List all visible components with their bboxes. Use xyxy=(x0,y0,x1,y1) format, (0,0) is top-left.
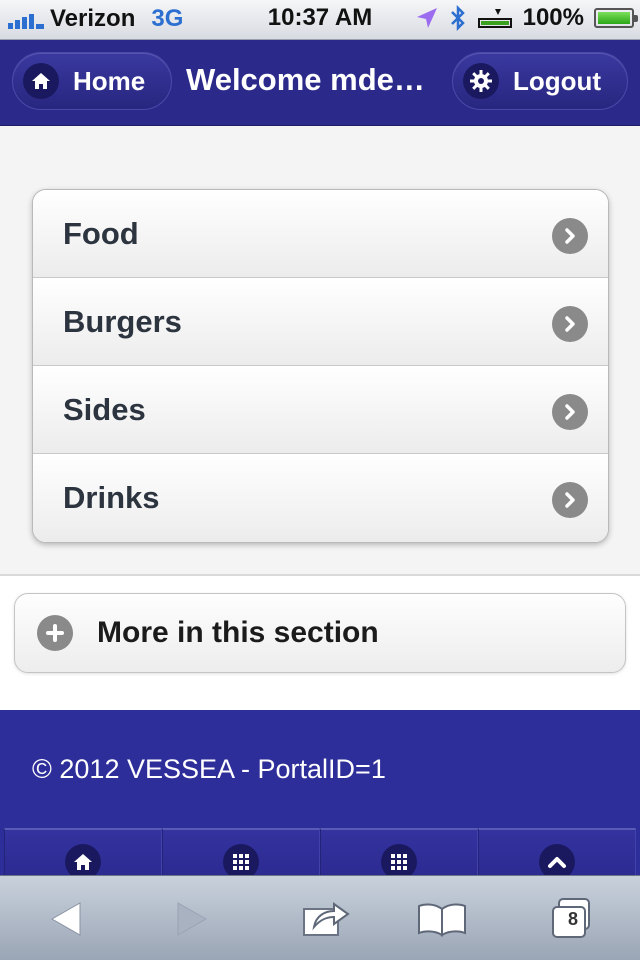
chevron-right-icon xyxy=(552,482,588,518)
gear-icon xyxy=(463,63,499,99)
forward-button[interactable] xyxy=(160,894,224,944)
carrier-name: Verizon xyxy=(50,5,136,32)
battery-percent: 100% xyxy=(522,4,584,31)
footer-nav-grid-2[interactable] xyxy=(320,828,478,880)
back-arrow-icon xyxy=(50,902,81,936)
tab-count: 8 xyxy=(568,909,579,929)
list-item-label: Drinks xyxy=(63,480,160,515)
list-item-burgers[interactable]: Burgers xyxy=(33,278,608,366)
list-item-label: Burgers xyxy=(63,303,182,339)
status-right: 100% xyxy=(415,4,638,32)
home-button[interactable]: Home xyxy=(12,52,172,110)
plus-icon xyxy=(37,615,73,651)
list-item-label: Sides xyxy=(63,391,146,427)
footer-nav xyxy=(4,828,636,880)
list-item-sides[interactable]: Sides xyxy=(33,366,608,454)
footer-nav-home[interactable] xyxy=(4,828,162,880)
back-button[interactable] xyxy=(34,894,98,944)
footer-nav-top[interactable] xyxy=(478,828,636,880)
carrier-info: Verizon 3G xyxy=(8,5,183,33)
page-title: Welcome mde… xyxy=(186,62,425,97)
tabs-button[interactable]: 8 xyxy=(540,894,604,944)
lock-rotation-icon xyxy=(477,9,512,28)
status-bar: Verizon 3G 10:37 AM 100% xyxy=(0,0,640,40)
chevron-right-icon xyxy=(552,306,588,342)
list-item-drinks[interactable]: Drinks xyxy=(33,454,608,542)
more-in-section-button[interactable]: More in this section xyxy=(14,593,626,673)
footer: © 2012 VESSEA - PortalID=1 xyxy=(0,710,640,880)
list-item-label: Food xyxy=(63,215,139,251)
home-button-label: Home xyxy=(73,65,146,96)
share-button[interactable] xyxy=(294,894,358,944)
signal-icon xyxy=(8,9,44,29)
battery-icon xyxy=(594,8,638,28)
logout-button-label: Logout xyxy=(513,65,602,96)
chevron-right-icon xyxy=(552,218,588,254)
more-button-label: More in this section xyxy=(97,616,379,649)
forward-arrow-icon xyxy=(177,902,208,936)
bookmarks-button[interactable] xyxy=(410,894,474,944)
chevron-right-icon xyxy=(552,394,588,430)
browser-toolbar: 8 xyxy=(0,875,640,960)
book-icon xyxy=(418,903,466,937)
footer-nav-grid-1[interactable] xyxy=(162,828,320,880)
network-type: 3G xyxy=(151,5,184,32)
category-list: Food Burgers Sides Drinks xyxy=(32,189,609,543)
logout-button[interactable]: Logout xyxy=(452,52,628,110)
location-icon xyxy=(416,8,437,28)
list-item-food[interactable]: Food xyxy=(33,190,608,278)
copyright-text: © 2012 VESSEA - PortalID=1 xyxy=(32,754,386,784)
bluetooth-icon xyxy=(450,5,465,31)
share-icon xyxy=(303,902,350,936)
content-area: Food Burgers Sides Drinks xyxy=(0,126,640,576)
home-icon xyxy=(23,63,59,99)
app-header: Home Welcome mde… Logout xyxy=(0,40,640,126)
